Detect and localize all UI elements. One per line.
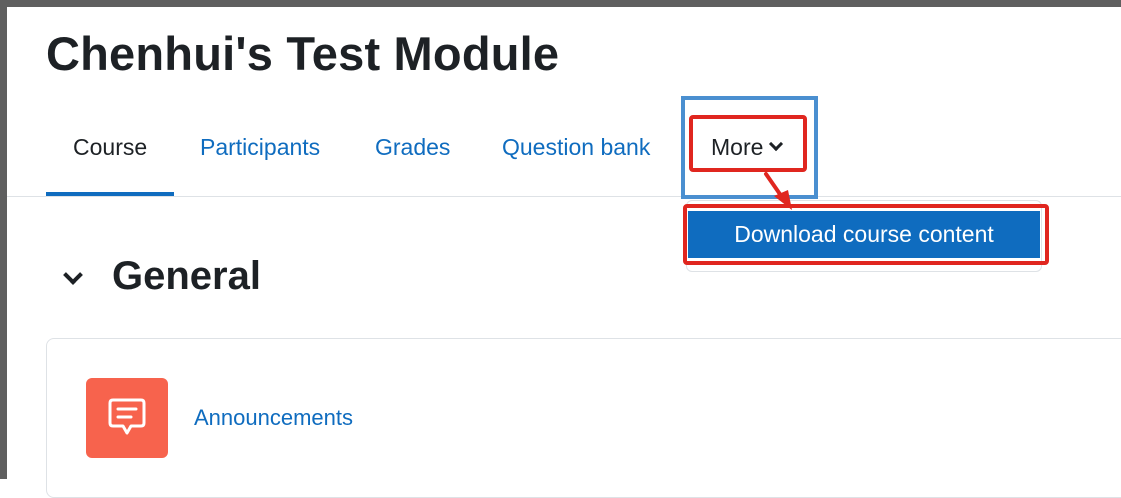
- tab-course[interactable]: Course: [73, 134, 147, 161]
- annotation-red-highlight-more: [689, 115, 807, 172]
- annotation-arrow-icon: [764, 172, 792, 210]
- speech-bubble-icon: [108, 398, 146, 435]
- nav-divider: [7, 196, 1121, 197]
- forum-icon: [86, 378, 168, 458]
- tab-grades[interactable]: Grades: [375, 134, 450, 161]
- secondary-navigation: Course Participants Grades Question bank…: [46, 118, 1121, 198]
- tab-participants[interactable]: Participants: [200, 134, 320, 161]
- section-title: General: [112, 254, 261, 298]
- annotation-red-highlight-menu-item: [683, 204, 1049, 265]
- activity-link-announcements[interactable]: Announcements: [194, 405, 353, 431]
- tab-question-bank[interactable]: Question bank: [502, 134, 650, 161]
- page-title: Chenhui's Test Module: [46, 27, 560, 80]
